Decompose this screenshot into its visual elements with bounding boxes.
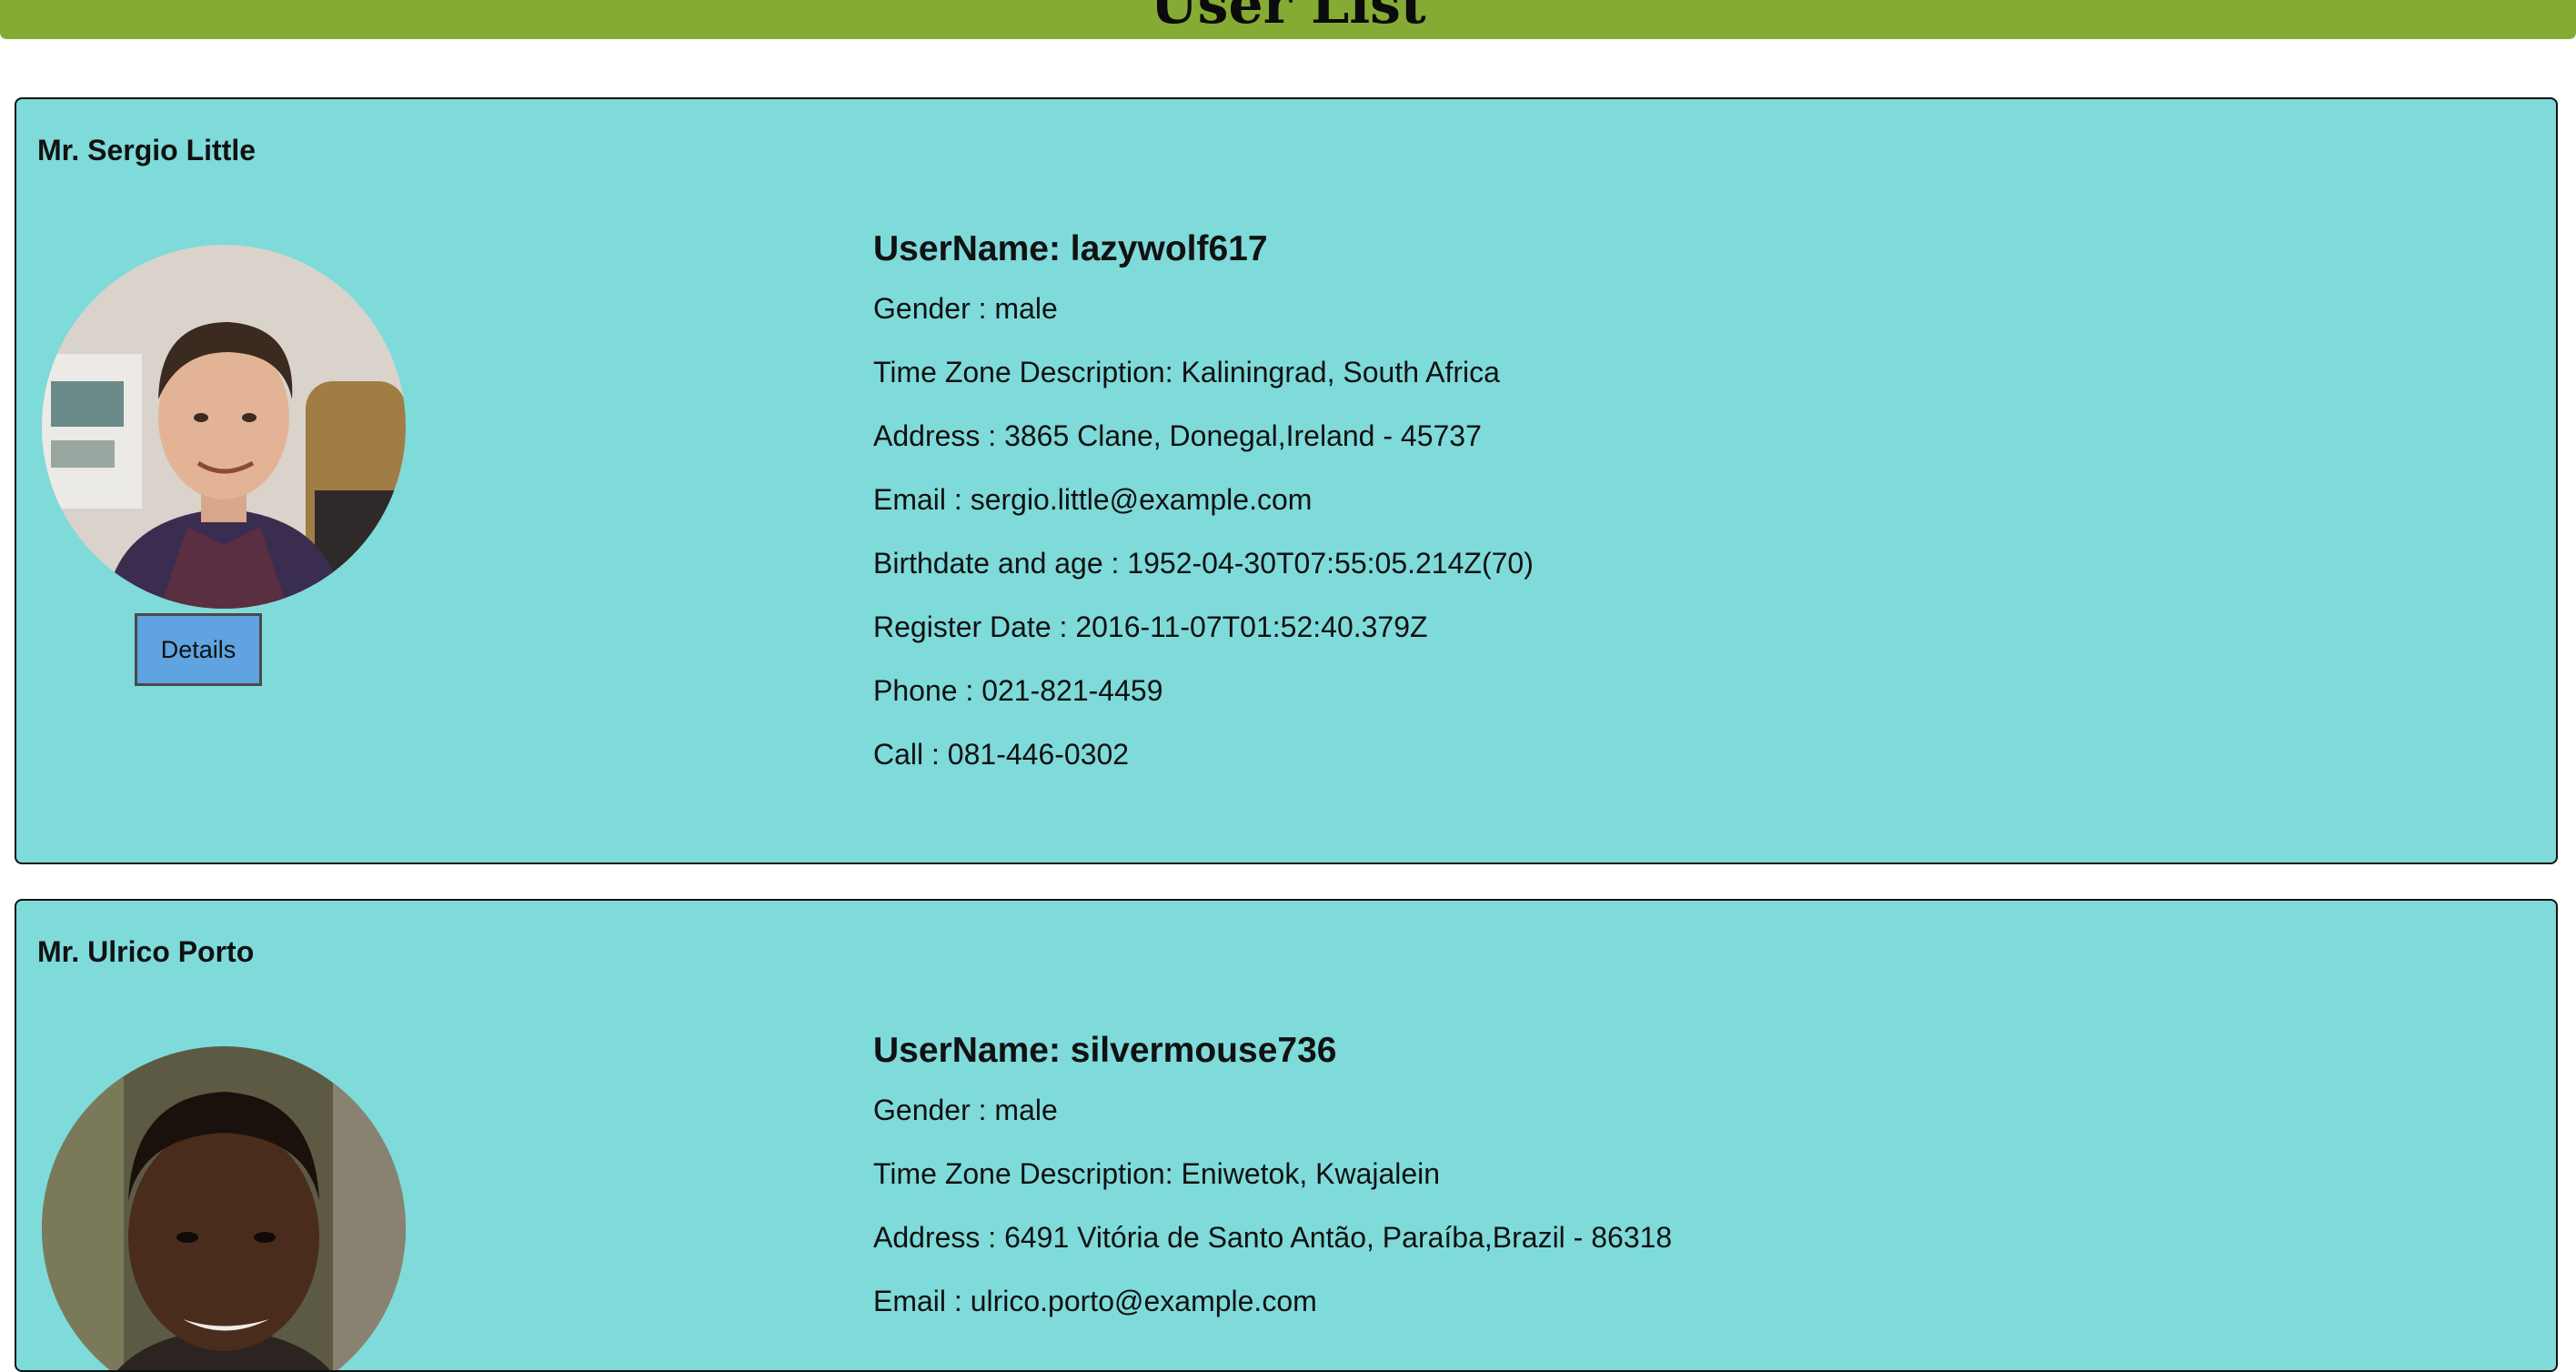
user-full-name: Mr. Sergio Little xyxy=(37,134,257,166)
username: UserName: silvermouse736 xyxy=(873,1031,1337,1070)
user-info: UserName: silvermouse736 Gender : male T… xyxy=(873,1028,1672,1347)
call: Call : 081-446-0302 xyxy=(873,738,1130,771)
user-card: Mr. Ulrico Porto UserName: silvermouse73… xyxy=(15,899,2558,1372)
user-card: Mr. Sergio Little Details UserName: lazy… xyxy=(15,97,2558,864)
gender: Gender : male xyxy=(873,292,1058,325)
address: Address : 3865 Clane, Donegal,Ireland - … xyxy=(873,419,1482,452)
timezone: Time Zone Description: Kaliningrad, Sout… xyxy=(873,356,1500,388)
address: Address : 6491 Vitória de Santo Antão, P… xyxy=(873,1221,1673,1254)
user-full-name: Mr. Ulrico Porto xyxy=(37,935,255,968)
details-button[interactable]: Details xyxy=(135,613,262,686)
email: Email : ulrico.porto@example.com xyxy=(873,1285,1317,1317)
gender: Gender : male xyxy=(873,1094,1058,1126)
phone: Phone : 021-821-4459 xyxy=(873,674,1163,707)
header-bar: User List xyxy=(0,0,2576,39)
user-info: UserName: lazywolf617 Gender : male Time… xyxy=(873,227,1534,800)
register-date: Register Date : 2016-11-07T01:52:40.379Z xyxy=(873,610,1428,643)
page-title: User List xyxy=(1150,0,1426,36)
avatar xyxy=(42,1046,406,1370)
avatar-photo-icon xyxy=(42,1046,406,1370)
avatar xyxy=(42,245,406,609)
email: Email : sergio.little@example.com xyxy=(873,483,1313,516)
avatar-photo-icon xyxy=(42,245,406,609)
birthdate: Birthdate and age : 1952-04-30T07:55:05.… xyxy=(873,547,1534,580)
timezone: Time Zone Description: Eniwetok, Kwajale… xyxy=(873,1157,1441,1190)
username: UserName: lazywolf617 xyxy=(873,229,1268,268)
